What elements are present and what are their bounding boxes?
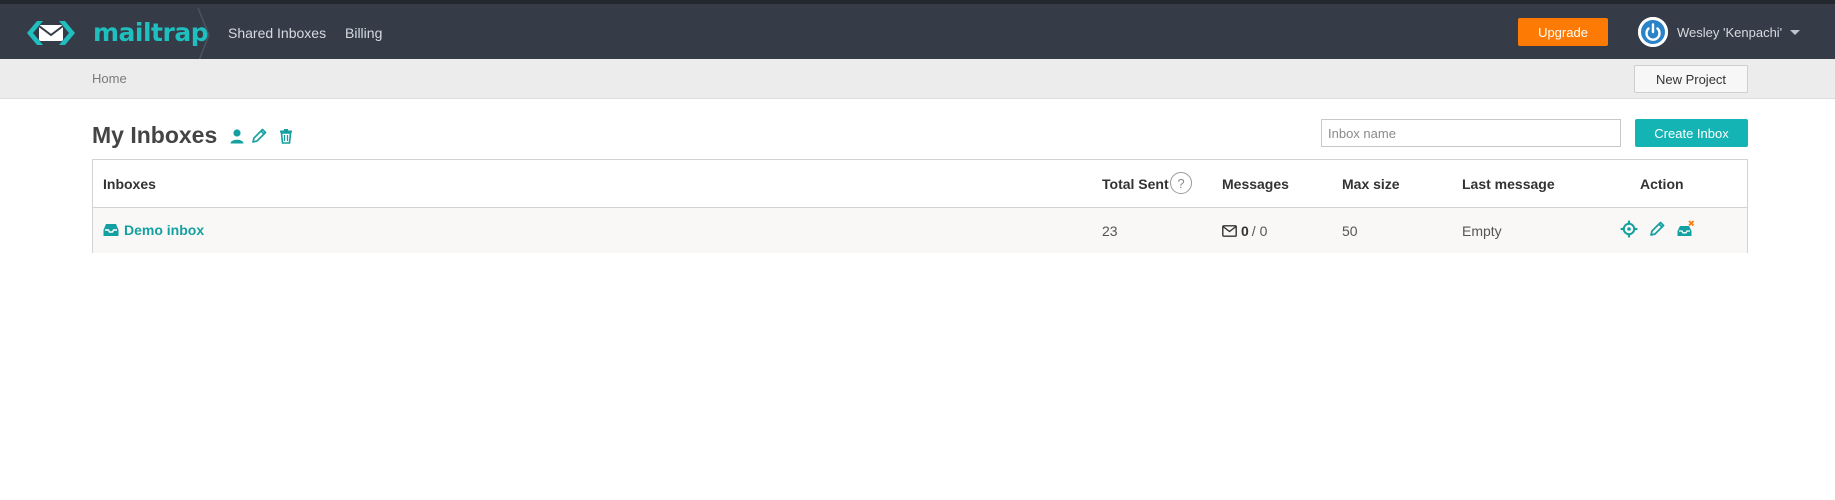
power-icon — [1638, 17, 1668, 47]
mailtrap-logo-icon — [27, 21, 75, 45]
top-navigation-bar: mailtrap Shared Inboxes Billing Upgrade … — [0, 0, 1835, 63]
user-name[interactable]: Wesley 'Kenpachi' — [1677, 25, 1782, 41]
inbox-name: Demo inbox — [124, 222, 205, 238]
mailtrap-logo[interactable]: mailtrap — [19, 16, 209, 50]
envelope-icon — [1222, 225, 1237, 237]
user-avatar[interactable] — [1638, 17, 1668, 47]
column-header-action: Action — [1640, 176, 1684, 192]
last-message-value: Empty — [1462, 223, 1502, 239]
breadcrumb-bar: Home New Project — [0, 59, 1835, 99]
clear-inbox-icon[interactable] — [1677, 220, 1695, 238]
nav-billing[interactable]: Billing — [345, 24, 382, 42]
trash-icon[interactable] — [278, 128, 294, 144]
inbox-name-input[interactable] — [1321, 119, 1621, 147]
column-header-last-message: Last message — [1462, 176, 1555, 192]
page-title: My Inboxes — [92, 122, 218, 148]
total-sent-value: 23 — [1102, 223, 1118, 239]
column-header-total-sent: Total Sent — [1102, 176, 1169, 192]
new-project-button[interactable]: New Project — [1634, 65, 1748, 93]
breadcrumb-home[interactable]: Home — [92, 71, 127, 86]
column-header-messages: Messages — [1222, 176, 1289, 192]
settings-icon[interactable] — [1620, 220, 1638, 238]
brand-name: mailtrap — [93, 18, 209, 47]
inbox-tray-icon — [103, 224, 119, 236]
pencil-icon[interactable] — [1648, 220, 1666, 238]
messages-unread: 0 — [1241, 223, 1249, 239]
table-row: Demo inbox 23 0 / 0 50 Empty — [93, 208, 1747, 253]
max-size-value: 50 — [1342, 223, 1358, 239]
chevron-down-icon[interactable] — [1790, 30, 1800, 35]
help-icon[interactable]: ? — [1170, 172, 1192, 194]
nav-shared-inboxes[interactable]: Shared Inboxes — [228, 24, 326, 42]
table-header: Inboxes Total Sent ? Messages Max size L… — [93, 160, 1747, 208]
pencil-icon[interactable] — [251, 128, 267, 144]
messages-cell: 0 / 0 — [1222, 223, 1267, 239]
inboxes-table: Inboxes Total Sent ? Messages Max size L… — [92, 159, 1748, 253]
upgrade-button[interactable]: Upgrade — [1518, 18, 1608, 46]
column-header-max-size: Max size — [1342, 176, 1400, 192]
create-inbox-button[interactable]: Create Inbox — [1635, 119, 1748, 147]
inbox-link[interactable]: Demo inbox — [103, 222, 204, 238]
messages-total: / 0 — [1251, 223, 1268, 239]
user-icon[interactable] — [229, 128, 245, 144]
nav-separator — [197, 8, 210, 63]
column-header-inboxes: Inboxes — [103, 176, 156, 192]
